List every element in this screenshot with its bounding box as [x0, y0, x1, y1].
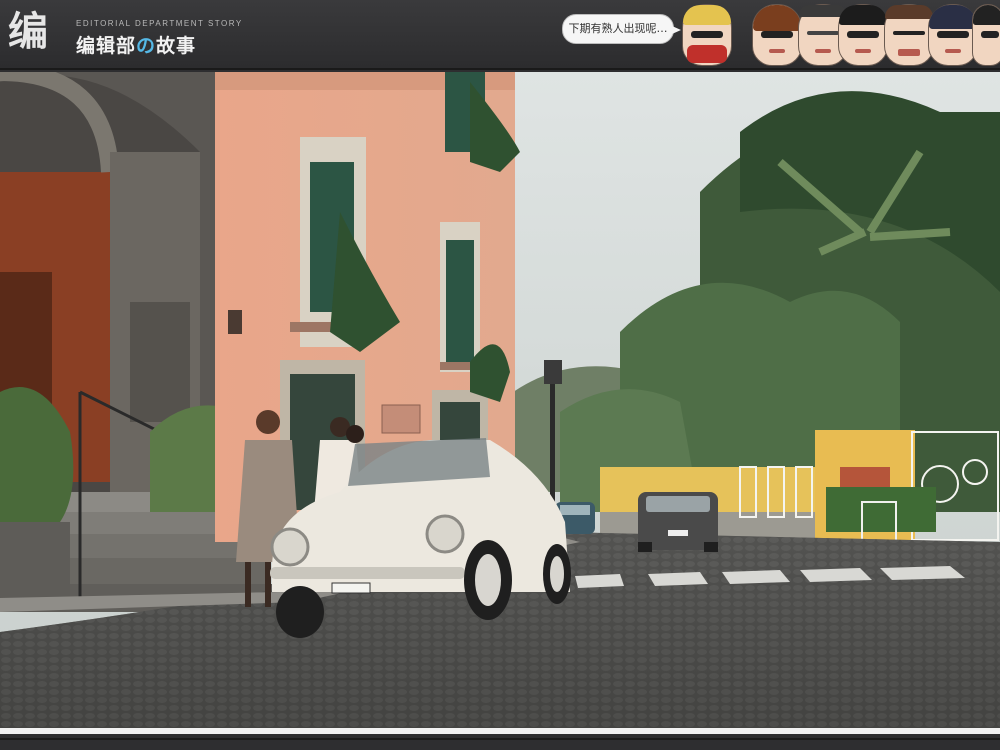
character-faces: [680, 0, 1000, 66]
black-glasses-face-icon: [838, 4, 888, 66]
logo-title-part1: 编辑部: [76, 35, 137, 57]
sunglasses-scarf-face-icon: [682, 4, 732, 66]
street-photo: [0, 72, 1000, 728]
logo-mark: 编: [8, 9, 48, 55]
logo-subtitle: EDITORIAL DEPARTMENT STORY: [76, 19, 243, 28]
logo-title-part2: 故事: [156, 35, 197, 57]
logo-title-accent: の: [136, 35, 157, 57]
grey-mini-car: [638, 492, 718, 552]
smiling-face-icon: [884, 4, 934, 66]
top-banner: 编 EDITORIAL DEPARTMENT STORY 编辑部の故事 下期有熟…: [0, 0, 1000, 70]
brown-hair-face-icon: [752, 4, 802, 66]
street-scene-illustration: [0, 72, 1000, 728]
bottom-strip: [0, 728, 1000, 750]
speech-bubble: 下期有熟人出现呢…: [562, 14, 681, 44]
bowl-cut-face-icon: [928, 4, 978, 66]
partial-face-icon: [972, 4, 1000, 66]
logo-title: 编辑部の故事: [76, 31, 196, 58]
